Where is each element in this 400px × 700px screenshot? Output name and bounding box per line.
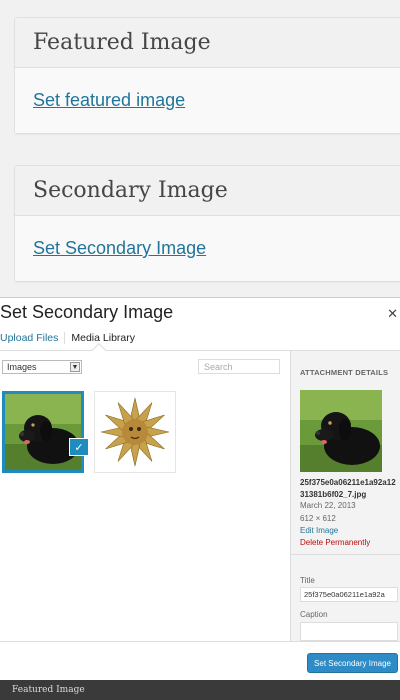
media-library-browser: Images ▼ Search ✓ xyxy=(0,351,290,641)
flower-image xyxy=(100,397,170,467)
dog-preview-image xyxy=(300,390,382,472)
attachment-filename: 25f375e0a06211e1a92a1231381b6f02_7.jpg xyxy=(300,478,396,499)
close-icon[interactable]: ✕ xyxy=(387,306,398,322)
attachment-details-sidebar: ATTACHMENT DETAILS 25f375e0a06211e1a92a1… xyxy=(290,351,400,641)
attachment-date: March 22, 2013 xyxy=(300,501,356,510)
search-input[interactable]: Search xyxy=(198,359,280,374)
secondary-image-title: Secondary Image xyxy=(15,166,400,216)
dog-image xyxy=(5,394,81,470)
tab-media-library[interactable]: Media Library xyxy=(65,332,135,344)
selected-check-icon[interactable]: ✓ xyxy=(70,439,88,455)
attachment-dimensions: 612 × 612 xyxy=(300,514,336,523)
caption-label: Caption xyxy=(300,610,328,619)
featured-image-title: Featured Image xyxy=(15,18,400,68)
set-secondary-image-button[interactable]: Set Secondary Image xyxy=(307,653,398,673)
metabox-area: Featured Image Set featured image Second… xyxy=(0,0,400,297)
title-label: Title xyxy=(300,576,315,585)
attachment-preview xyxy=(300,390,382,472)
attachment-thumbnail-flower[interactable] xyxy=(94,391,176,473)
caption-field[interactable] xyxy=(300,622,398,641)
modal-title: Set Secondary Image xyxy=(0,302,174,322)
media-type-filter[interactable]: Images ▼ xyxy=(2,360,82,374)
title-field[interactable]: 25f375e0a06211e1a92a xyxy=(300,587,398,602)
attachment-thumbnail-dog[interactable] xyxy=(2,391,84,473)
set-secondary-image-link[interactable]: Set Secondary Image xyxy=(33,238,206,259)
secondary-image-metabox: Secondary Image Set Secondary Image xyxy=(14,165,400,282)
delete-permanently-link[interactable]: Delete Permanently xyxy=(300,538,370,547)
edit-image-link[interactable]: Edit Image xyxy=(300,526,338,535)
dropdown-caret-icon: ▼ xyxy=(70,362,80,372)
set-featured-image-link[interactable]: Set featured image xyxy=(33,90,185,111)
featured-image-bar: Featured Image xyxy=(0,680,400,700)
featured-image-metabox: Featured Image Set featured image xyxy=(14,17,400,134)
tab-upload-files[interactable]: Upload Files xyxy=(0,332,66,344)
details-divider xyxy=(291,554,400,555)
media-modal: Set Secondary Image ✕ Upload Files Media… xyxy=(0,297,400,681)
filter-selected-value: Images xyxy=(7,362,37,372)
attachment-details-heading: ATTACHMENT DETAILS xyxy=(300,368,389,377)
modal-footer: Set Secondary Image xyxy=(0,641,400,681)
modal-tabs: Upload Files Media Library xyxy=(0,332,135,344)
featured-image-bar-label: Featured Image xyxy=(12,685,85,695)
